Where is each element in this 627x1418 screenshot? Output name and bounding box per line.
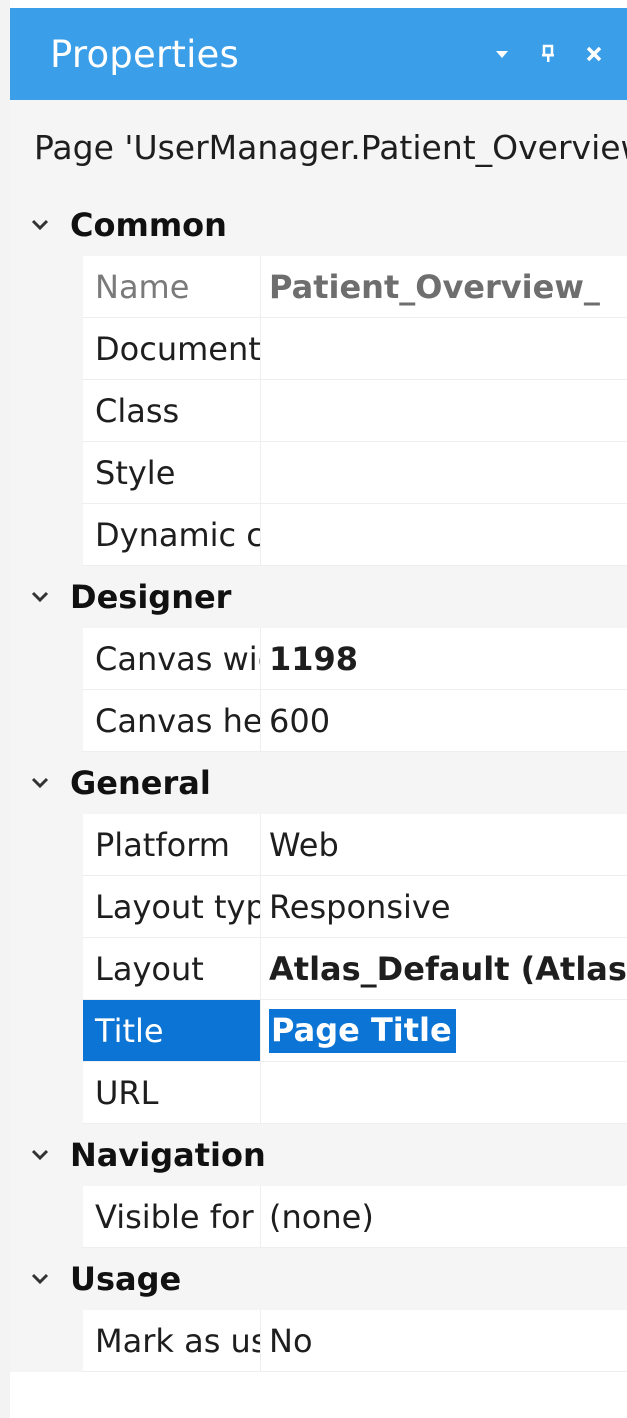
- property-value-text: Responsive: [269, 887, 451, 926]
- property-row-title[interactable]: Title Page Title: [10, 1000, 627, 1062]
- row-gutter: [10, 442, 83, 504]
- property-value[interactable]: [261, 318, 627, 380]
- row-gutter: [10, 814, 83, 876]
- property-name[interactable]: Documentation: [83, 318, 261, 380]
- property-row-name[interactable]: Name Patient_Overview_: [10, 256, 627, 318]
- dropdown-icon: [496, 51, 508, 58]
- property-value-text: (none): [269, 1197, 374, 1236]
- pin-button[interactable]: [525, 31, 571, 77]
- property-value[interactable]: No: [261, 1310, 627, 1372]
- property-row-class[interactable]: Class: [10, 380, 627, 442]
- category-label: Common: [70, 206, 227, 244]
- property-grid: Common NamePatient_Overview_Documentation…: [10, 194, 627, 1372]
- property-value[interactable]: Atlas_Default (Atlas_Core): [261, 938, 627, 1000]
- category-usage[interactable]: Usage: [10, 1248, 627, 1310]
- chevron-down-icon[interactable]: [10, 777, 70, 789]
- category-general[interactable]: General: [10, 752, 627, 814]
- close-icon: [586, 46, 602, 62]
- property-value-text: Patient_Overview_: [269, 267, 600, 306]
- category-common[interactable]: Common: [10, 194, 627, 256]
- panel-title: Properties: [50, 32, 239, 76]
- chevron-down-icon[interactable]: [10, 1273, 70, 1285]
- row-gutter: [10, 1000, 83, 1062]
- chevron-down-icon[interactable]: [10, 591, 70, 603]
- property-row-canvas-width[interactable]: Canvas width1198: [10, 628, 627, 690]
- property-value[interactable]: [261, 1062, 627, 1124]
- selected-object-bar: Page 'UserManager.Patient_Overview': [10, 100, 627, 194]
- property-name[interactable]: Canvas width: [83, 628, 261, 690]
- chevron-down-icon[interactable]: [10, 1149, 70, 1161]
- row-gutter: [10, 1310, 83, 1372]
- category-label: General: [70, 764, 211, 802]
- row-gutter: [10, 380, 83, 442]
- property-name[interactable]: Style: [83, 442, 261, 504]
- row-gutter: [10, 690, 83, 752]
- property-row-style[interactable]: Style: [10, 442, 627, 504]
- titlebar-buttons: [479, 8, 617, 100]
- property-row-canvas-height[interactable]: Canvas height600: [10, 690, 627, 752]
- property-row-url[interactable]: URL: [10, 1062, 627, 1124]
- chevron-down-icon[interactable]: [10, 219, 70, 231]
- dropdown-button[interactable]: [479, 31, 525, 77]
- row-gutter: [10, 318, 83, 380]
- property-row-layout-type[interactable]: Layout typeResponsive: [10, 876, 627, 938]
- close-button[interactable]: [571, 31, 617, 77]
- property-name[interactable]: Class: [83, 380, 261, 442]
- property-value[interactable]: [261, 442, 627, 504]
- property-value[interactable]: Responsive: [261, 876, 627, 938]
- category-label: Usage: [70, 1260, 182, 1298]
- property-value[interactable]: Patient_Overview_: [261, 256, 627, 318]
- property-value-text: 1198: [269, 639, 359, 678]
- row-gutter: [10, 1186, 83, 1248]
- property-row-visible-for[interactable]: Visible for (none): [10, 1186, 627, 1248]
- property-name[interactable]: Title: [83, 1000, 261, 1062]
- row-gutter: [10, 938, 83, 1000]
- category-label: Designer: [70, 578, 232, 616]
- property-name[interactable]: Layout: [83, 938, 261, 1000]
- row-gutter: [10, 504, 83, 566]
- property-row-layout[interactable]: LayoutAtlas_Default (Atlas_Core): [10, 938, 627, 1000]
- property-name[interactable]: Name: [83, 256, 261, 318]
- property-row-dynamic-classes[interactable]: Dynamic classes: [10, 504, 627, 566]
- pin-icon: [542, 44, 554, 62]
- category-designer[interactable]: Designer: [10, 566, 627, 628]
- property-value[interactable]: Page Title: [261, 1000, 627, 1062]
- property-row-mark-as-used[interactable]: Mark as usedNo: [10, 1310, 627, 1372]
- property-name[interactable]: Dynamic classes: [83, 504, 261, 566]
- row-gutter: [10, 256, 83, 318]
- property-name[interactable]: Canvas height: [83, 690, 261, 752]
- property-value-text: Atlas_Default (Atlas_Core): [269, 949, 627, 988]
- property-name[interactable]: Platform: [83, 814, 261, 876]
- property-value[interactable]: (none): [261, 1186, 627, 1248]
- property-value-text: Web: [269, 825, 339, 864]
- category-label: Navigation: [70, 1136, 266, 1174]
- selected-object-label: Page 'UserManager.Patient_Overview': [34, 127, 627, 167]
- properties-panel: Properties Page 'UserManager.Patient_Ove…: [10, 8, 627, 1418]
- property-value[interactable]: 1198: [261, 628, 627, 690]
- property-name[interactable]: Visible for: [83, 1186, 261, 1248]
- row-gutter: [10, 876, 83, 938]
- property-value-text: Page Title: [269, 1008, 456, 1053]
- row-gutter: [10, 1062, 83, 1124]
- property-value[interactable]: 600: [261, 690, 627, 752]
- property-row-documentation[interactable]: Documentation: [10, 318, 627, 380]
- panel-titlebar: Properties: [10, 8, 627, 100]
- property-value[interactable]: [261, 380, 627, 442]
- property-name[interactable]: Mark as used: [83, 1310, 261, 1372]
- property-value[interactable]: [261, 504, 627, 566]
- property-name[interactable]: URL: [83, 1062, 261, 1124]
- property-value[interactable]: Web: [261, 814, 627, 876]
- property-value-text: 600: [269, 701, 331, 740]
- property-name[interactable]: Layout type: [83, 876, 261, 938]
- row-gutter: [10, 628, 83, 690]
- category-navigation[interactable]: Navigation: [10, 1124, 627, 1186]
- property-row-platform[interactable]: Platform Web: [10, 814, 627, 876]
- property-value-text: No: [269, 1321, 313, 1360]
- left-edge: [0, 0, 10, 1418]
